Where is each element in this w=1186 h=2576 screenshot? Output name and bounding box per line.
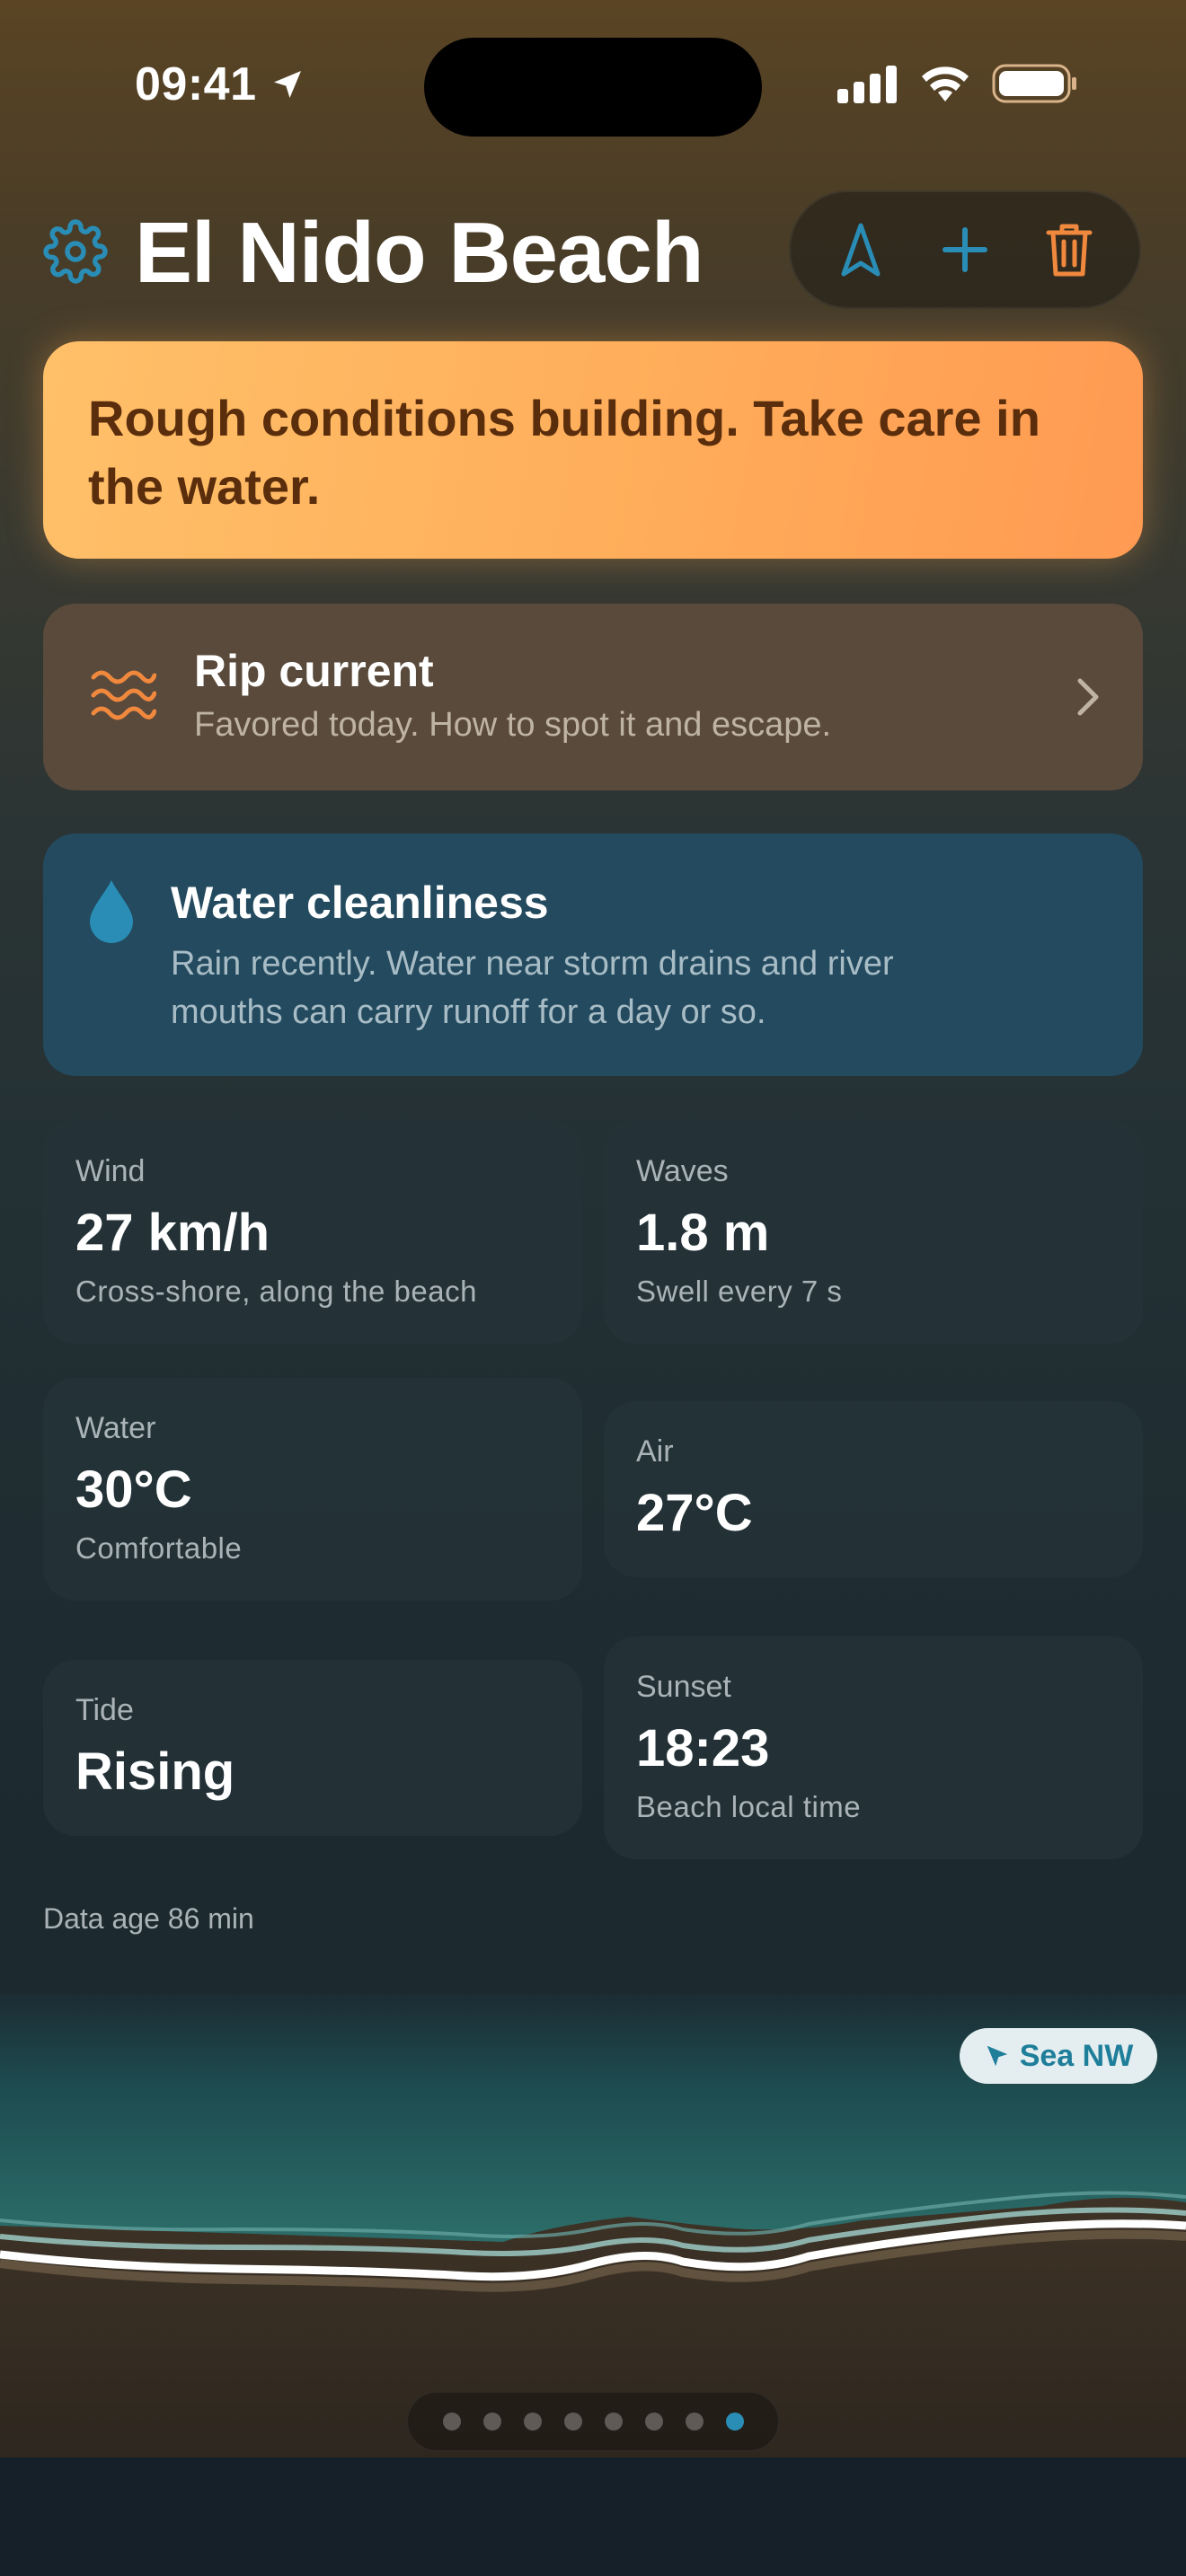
tide-tile: Tide Rising <box>43 1660 582 1836</box>
location-arrow-icon <box>987 2045 1007 2067</box>
page-dot[interactable] <box>442 2413 461 2430</box>
page-dot-active[interactable] <box>725 2413 744 2430</box>
sunset-tile: Sunset 18:23 Beach local time <box>604 1636 1143 1859</box>
waves-value: 1.8 m <box>636 1204 770 1262</box>
time-label: 09:41 <box>135 58 257 110</box>
page-dot[interactable] <box>482 2413 501 2430</box>
status-bar-time: 09:41 <box>135 57 305 111</box>
waves-tile: Waves 1.8 m Swell every 7 s <box>604 1121 1143 1344</box>
air-temp-tile: Air 27°C <box>604 1401 1143 1577</box>
bottom-area <box>0 2457 1186 2576</box>
wind-value: 27 km/h <box>75 1204 270 1262</box>
rough-conditions-alert: Rough conditions building. Take care in … <box>43 341 1143 559</box>
dynamic-island <box>424 38 762 137</box>
sunset-sub: Beach local time <box>636 1790 862 1823</box>
water-value: 30°C <box>75 1460 192 1519</box>
wind-label: Wind <box>75 1154 146 1188</box>
settings-gear-icon[interactable] <box>43 219 108 284</box>
delete-beach-button[interactable] <box>1029 209 1110 290</box>
waves-icon <box>91 670 156 720</box>
plus-icon <box>943 227 987 272</box>
water-label: Water <box>75 1411 156 1445</box>
air-value: 27°C <box>636 1484 753 1542</box>
sunset-label: Sunset <box>636 1670 731 1704</box>
sea-direction-badge: Sea NW <box>960 2028 1157 2084</box>
rip-current-subtitle: Favored today. How to spot it and escape… <box>194 706 832 744</box>
air-label: Air <box>636 1434 674 1469</box>
page-dot[interactable] <box>563 2413 582 2430</box>
navigate-button[interactable] <box>820 209 901 290</box>
page-dot[interactable] <box>685 2413 704 2430</box>
page-dot[interactable] <box>523 2413 542 2430</box>
wind-tile: Wind 27 km/h Cross-shore, along the beac… <box>43 1121 582 1344</box>
page-title: El Nido Beach <box>135 205 704 301</box>
battery-icon <box>992 64 1076 103</box>
sunset-value: 18:23 <box>636 1719 770 1778</box>
rip-current-title: Rip current <box>194 646 434 696</box>
location-arrow-icon <box>273 71 301 98</box>
wifi-icon <box>922 66 969 101</box>
tide-label: Tide <box>75 1693 134 1727</box>
water-drop-icon <box>90 880 133 943</box>
rip-current-card[interactable] <box>43 604 1143 790</box>
status-bar-indicators <box>837 63 1078 104</box>
water-cleanliness-text: Rain recently. Water near storm drains a… <box>171 945 894 1031</box>
waves-label: Waves <box>636 1154 729 1188</box>
header-toolbar <box>789 190 1141 309</box>
page-dot[interactable] <box>644 2413 663 2430</box>
data-age-label: Data age 86 min <box>43 1902 254 1935</box>
add-beach-button[interactable] <box>925 209 1005 290</box>
trash-icon <box>1046 224 1093 277</box>
wind-sub: Cross-shore, along the beach <box>75 1275 477 1308</box>
water-sub: Comfortable <box>75 1531 243 1565</box>
sea-direction-label: Sea NW <box>1019 2038 1134 2073</box>
tide-value: Rising <box>75 1742 235 1801</box>
waves-sub: Swell every 7 s <box>636 1275 843 1308</box>
page-indicator[interactable] <box>406 2391 780 2452</box>
page-dot[interactable] <box>604 2413 623 2430</box>
chevron-right-icon <box>1077 678 1099 716</box>
compass-arrow-icon <box>841 223 881 277</box>
water-temp-tile: Water 30°C Comfortable <box>43 1378 582 1601</box>
signal-icon <box>837 66 897 103</box>
water-cleanliness-title: Water cleanliness <box>171 878 549 928</box>
